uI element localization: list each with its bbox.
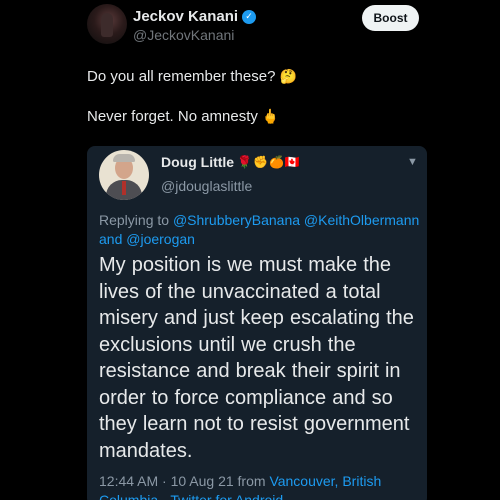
reply-prefix: Replying to xyxy=(99,212,170,228)
reply-mention-2[interactable]: @KeithOlbermann xyxy=(304,212,419,228)
avatar-figure xyxy=(101,13,113,37)
author-handle[interactable]: @JeckovKanani xyxy=(133,27,234,43)
author-name[interactable]: Jeckov Kanani xyxy=(133,8,238,25)
quoted-tweet-body: My position is we must make the lives of… xyxy=(99,254,414,462)
author-avatar[interactable] xyxy=(87,4,127,44)
avatar-tie xyxy=(122,181,126,195)
replying-to-line: Replying to @ShrubberyBanana @KeithOlber… xyxy=(99,211,424,249)
tweet-source[interactable]: Twitter for Android xyxy=(170,492,283,500)
middle-finger-icon: 🖕 xyxy=(261,108,280,124)
tweet-time[interactable]: 12:44 AM · 10 Aug 21 from xyxy=(99,473,266,489)
avatar-hair xyxy=(113,154,135,162)
verified-badge-icon: ✓ xyxy=(242,9,257,24)
quoted-author-avatar[interactable] xyxy=(99,150,149,200)
quoted-tweet-card[interactable]: Doug Little 🌹✊🍊🇨🇦 @jdouglaslittle ▼ Repl… xyxy=(87,146,427,500)
tweet-line1-text: Do you all remember these? xyxy=(87,68,276,85)
quoted-author-name[interactable]: Doug Little xyxy=(161,154,234,170)
thinking-face-icon: 🤔 xyxy=(279,68,297,84)
quoted-author-handle[interactable]: @jdouglaslittle xyxy=(161,178,252,194)
boost-button[interactable]: Boost xyxy=(362,5,419,31)
quoted-tweet-meta: 12:44 AM · 10 Aug 21 from Vancouver, Bri… xyxy=(99,472,419,500)
chevron-down-icon[interactable]: ▼ xyxy=(407,156,418,168)
tweet-line2-text: Never forget. No amnesty xyxy=(87,108,258,125)
name-emojis: 🌹✊🍊🇨🇦 xyxy=(237,155,301,169)
author-name-row[interactable]: Jeckov Kanani ✓ xyxy=(133,8,257,25)
reply-mention-1[interactable]: @ShrubberyBanana xyxy=(173,212,300,228)
meta-separator: · xyxy=(162,492,167,500)
post-view: Jeckov Kanani ✓ @JeckovKanani Boost Do y… xyxy=(0,0,500,500)
reply-mention-3[interactable]: @joerogan xyxy=(126,231,195,247)
tweet-text-line-1: Do you all remember these? 🤔 xyxy=(87,68,297,85)
tweet-text-line-2: Never forget. No amnesty 🖕 xyxy=(87,108,279,125)
reply-and: and xyxy=(99,231,123,247)
quoted-author-name-row[interactable]: Doug Little 🌹✊🍊🇨🇦 xyxy=(161,154,301,170)
